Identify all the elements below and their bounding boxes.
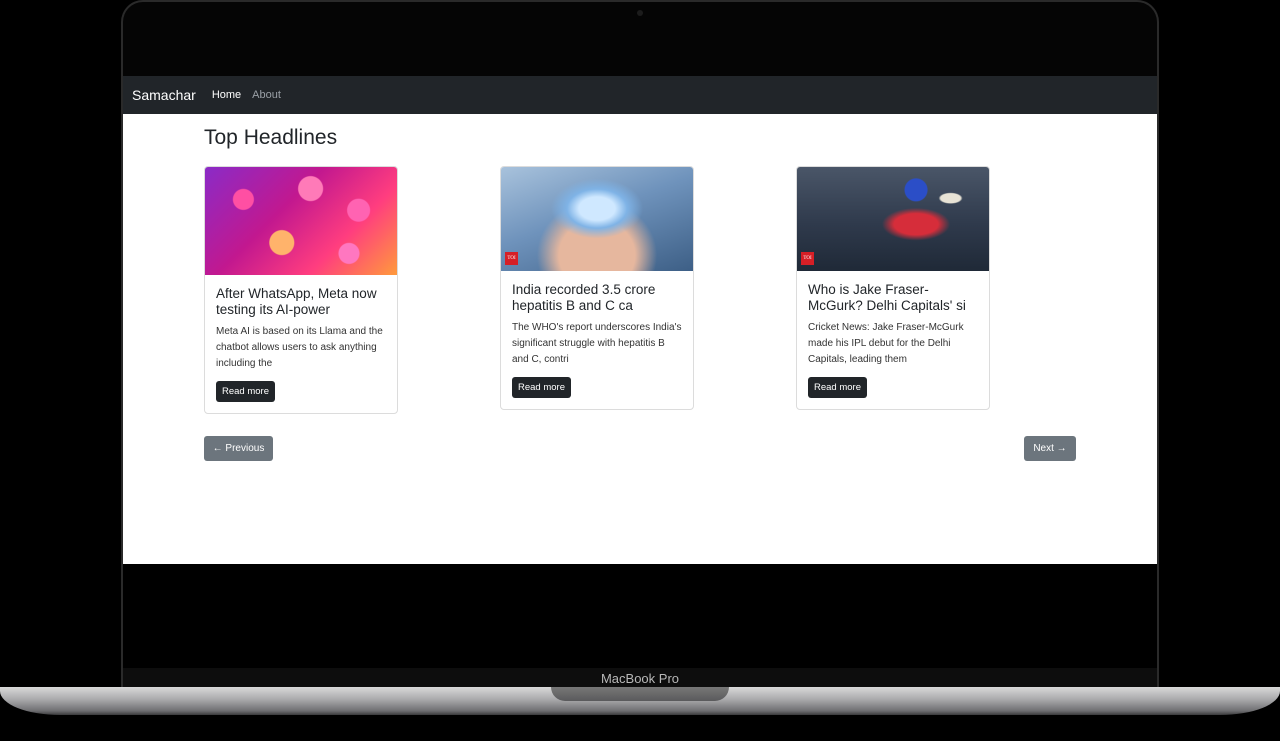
camera-icon [637,10,643,16]
card-body: India recorded 3.5 crore hepatitis B and… [501,271,693,409]
news-card: After WhatsApp, Meta now testing its AI-… [204,166,398,414]
toi-logo-icon: TOI [801,252,814,265]
nav-link-home[interactable]: Home [212,89,241,101]
laptop-notch [551,687,729,701]
card-description: Cricket News: Jake Fraser-McGurk made hi… [808,322,964,365]
card-body: After WhatsApp, Meta now testing its AI-… [205,275,397,413]
page-title: Top Headlines [204,126,338,149]
previous-button[interactable]: ← Previous [204,436,273,461]
news-card: TOI Who is Jake Fraser-McGurk? Delhi Cap… [796,166,990,410]
liver-hands-image: TOI [501,167,693,271]
device-label: MacBook Pro [600,671,680,686]
browser-screen: Samachar Home About Top Headlines After … [123,76,1157,564]
navbar-brand[interactable]: Samachar [132,87,196,103]
news-card: TOI India recorded 3.5 crore hepatitis B… [500,166,694,410]
toi-logo-icon: TOI [505,252,518,265]
main-content: Top Headlines After WhatsApp, Meta now t… [204,126,1076,461]
cricketer-batting-image: TOI [797,167,989,271]
card-body: Who is Jake Fraser-McGurk? Delhi Capital… [797,271,989,409]
read-more-button[interactable]: Read more [216,381,275,402]
read-more-button[interactable]: Read more [808,377,867,398]
news-card-grid: After WhatsApp, Meta now testing its AI-… [204,166,1076,426]
navbar: Samachar Home About [123,76,1157,114]
read-more-button[interactable]: Read more [512,377,571,398]
nav-link-about[interactable]: About [252,89,281,101]
instagram-logos-image [205,167,397,275]
card-title: After WhatsApp, Meta now testing its AI-… [216,286,377,317]
card-title: India recorded 3.5 crore hepatitis B and… [512,282,656,313]
next-button[interactable]: Next → [1024,436,1076,461]
card-title: Who is Jake Fraser-McGurk? Delhi Capital… [808,282,966,313]
card-description: The WHO's report underscores India's sig… [512,322,682,365]
screen-bezel-lower [123,564,1157,670]
card-description: Meta AI is based on its Llama and the ch… [216,326,383,369]
